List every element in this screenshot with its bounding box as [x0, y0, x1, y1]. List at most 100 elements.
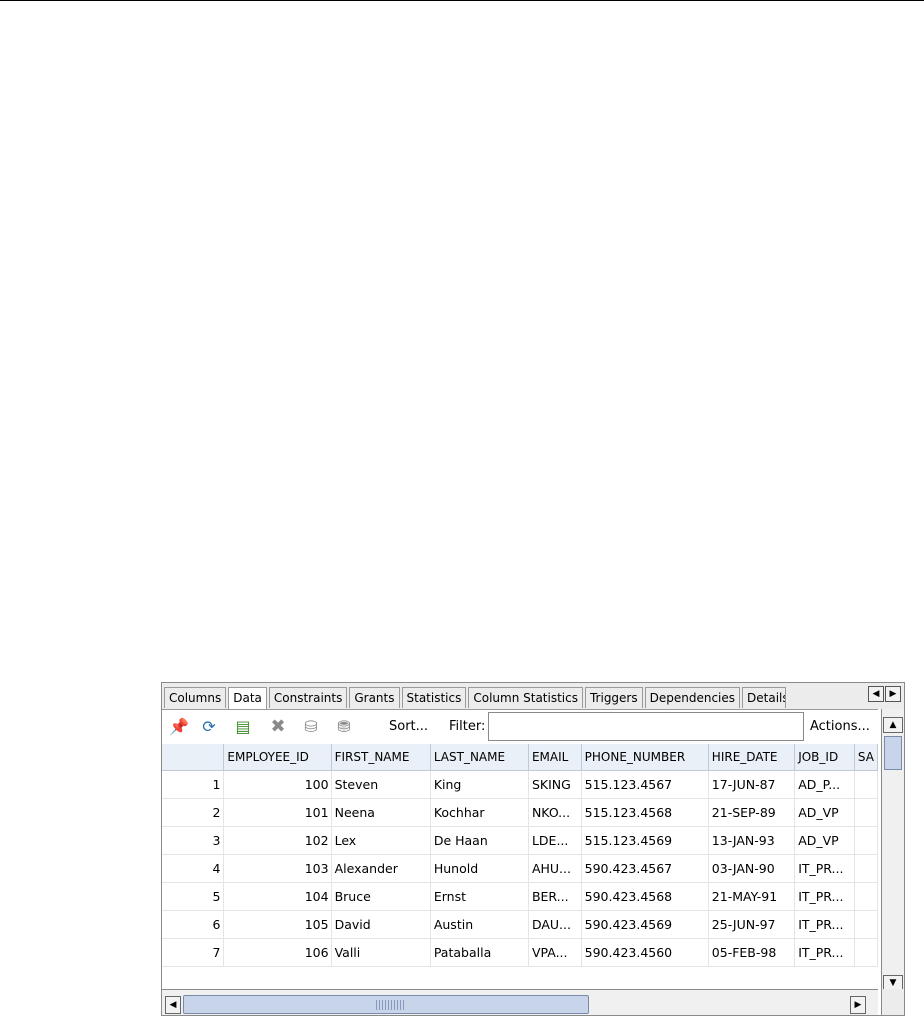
table-row[interactable]: 5 104 Bruce Ernst BER... 590.423.4568 21-MAY-9…	[162, 882, 878, 911]
table-cell[interactable]: 515.123.4568	[581, 798, 709, 827]
scroll-left-button[interactable]: ◀	[165, 996, 181, 1014]
column-header[interactable]: HIRE_DATE	[708, 744, 796, 771]
table-cell[interactable]	[854, 826, 878, 855]
table-cell[interactable]: IT_PR...	[794, 938, 855, 967]
table-cell[interactable]: 25-JUN-97	[708, 910, 796, 939]
tab-constraints[interactable]: Constraints	[268, 687, 348, 708]
table-cell[interactable]: 590.423.4560	[581, 938, 709, 967]
refresh-icon[interactable]: ⟳	[199, 717, 219, 737]
table-cell[interactable]: IT_PR...	[794, 882, 855, 911]
table-row[interactable]: 2 101 Neena Kochhar NKO... 515.123.4568 21-SEP…	[162, 798, 878, 827]
table-cell[interactable]: Austin	[430, 910, 529, 939]
column-header[interactable]: JOB_ID	[794, 744, 855, 771]
tab-scroll-left-button[interactable]: ◀	[868, 686, 884, 702]
table-cell[interactable]: 590.423.4569	[581, 910, 709, 939]
tab-column-statistics[interactable]: Column Statistics	[468, 687, 583, 708]
insert-row-icon[interactable]: ▤	[233, 717, 253, 737]
table-cell[interactable]: Steven	[331, 770, 431, 799]
row-number: 4	[162, 854, 225, 883]
table-cell[interactable]: BER...	[528, 882, 582, 911]
table-cell[interactable]: 13-JAN-93	[708, 826, 796, 855]
delete-row-icon[interactable]: ✖	[268, 717, 288, 737]
horizontal-scrollbar[interactable]: ◀ ▶	[162, 989, 878, 1015]
table-cell[interactable]: DAU...	[528, 910, 582, 939]
table-cell[interactable]: Hunold	[430, 854, 529, 883]
row-number: 5	[162, 882, 225, 911]
table-cell[interactable]: AD_P...	[794, 770, 855, 799]
table-cell[interactable]: Lex	[331, 826, 431, 855]
table-cell[interactable]: 21-SEP-89	[708, 798, 796, 827]
table-cell[interactable]: Valli	[331, 938, 431, 967]
tab-dependencies[interactable]: Dependencies	[644, 687, 741, 708]
actions-button[interactable]: Actions...	[810, 719, 870, 734]
table-cell[interactable]: 515.123.4567	[581, 770, 709, 799]
rollback-icon[interactable]: ⛃	[334, 717, 354, 737]
table-cell[interactable]: 102	[223, 826, 332, 855]
table-cell[interactable]: VPA...	[528, 938, 582, 967]
table-cell[interactable]	[854, 798, 878, 827]
table-cell[interactable]: 05-FEB-98	[708, 938, 796, 967]
table-cell[interactable]: 03-JAN-90	[708, 854, 796, 883]
table-cell[interactable]: 590.423.4567	[581, 854, 709, 883]
table-cell[interactable]: Pataballa	[430, 938, 529, 967]
table-cell[interactable]	[854, 938, 878, 967]
table-cell[interactable]	[854, 882, 878, 911]
column-header[interactable]: SA	[854, 744, 878, 771]
table-cell[interactable]: King	[430, 770, 529, 799]
table-cell[interactable]: SKING	[528, 770, 582, 799]
tab-statistics[interactable]: Statistics	[401, 687, 467, 708]
table-cell[interactable]: AHU...	[528, 854, 582, 883]
table-cell[interactable]: 590.423.4568	[581, 882, 709, 911]
tab-grants[interactable]: Grants	[349, 687, 400, 708]
column-header[interactable]: PHONE_NUMBER	[581, 744, 709, 771]
tab-columns[interactable]: Columns	[164, 687, 227, 708]
table-cell[interactable]: Bruce	[331, 882, 431, 911]
table-cell[interactable]: AD_VP	[794, 826, 855, 855]
horizontal-scroll-thumb[interactable]	[183, 995, 589, 1014]
table-cell[interactable]: Alexander	[331, 854, 431, 883]
table-cell[interactable]: AD_VP	[794, 798, 855, 827]
table-cell[interactable]: 515.123.4569	[581, 826, 709, 855]
vertical-scroll-thumb[interactable]	[884, 736, 902, 770]
table-cell[interactable]: 17-JUN-87	[708, 770, 796, 799]
table-cell[interactable]: Kochhar	[430, 798, 529, 827]
table-cell[interactable]: 105	[223, 910, 332, 939]
tab-triggers[interactable]: Triggers	[584, 687, 643, 708]
tab-details[interactable]: Details	[742, 687, 787, 708]
column-header[interactable]: FIRST_NAME	[331, 744, 431, 771]
scroll-up-button[interactable]: ▲	[883, 717, 903, 733]
column-header[interactable]: LAST_NAME	[430, 744, 529, 771]
table-cell[interactable]	[854, 770, 878, 799]
sort-button[interactable]: Sort...	[389, 719, 428, 734]
table-cell[interactable]: IT_PR...	[794, 910, 855, 939]
table-row[interactable]: 7 106 Valli Pataballa VPA... 590.423.4560 05-F…	[162, 938, 878, 967]
tab-scroll-right-button[interactable]: ▶	[885, 686, 901, 702]
commit-icon[interactable]: ⛁	[301, 717, 321, 737]
table-row[interactable]: 4 103 Alexander Hunold AHU... 590.423.4567 03-…	[162, 854, 878, 883]
table-cell[interactable]: 103	[223, 854, 332, 883]
tab-data[interactable]: Data	[228, 687, 267, 709]
table-cell[interactable]: 104	[223, 882, 332, 911]
table-cell[interactable]	[854, 854, 878, 883]
table-cell[interactable]: 100	[223, 770, 332, 799]
column-header[interactable]: EMAIL	[528, 744, 582, 771]
table-row[interactable]: 3 102 Lex De Haan LDE... 515.123.4569 13-JAN-9…	[162, 826, 878, 855]
table-cell[interactable]: IT_PR...	[794, 854, 855, 883]
table-row[interactable]: 6 105 David Austin DAU... 590.423.4569 25-JUN-…	[162, 910, 878, 939]
table-cell[interactable]: Neena	[331, 798, 431, 827]
table-cell[interactable]: 106	[223, 938, 332, 967]
filter-input[interactable]	[488, 712, 804, 741]
scroll-right-button[interactable]: ▶	[850, 996, 866, 1014]
pin-icon[interactable]: 📌	[169, 717, 189, 737]
table-cell[interactable]	[854, 910, 878, 939]
table-cell[interactable]: 21-MAY-91	[708, 882, 796, 911]
table-cell[interactable]: Ernst	[430, 882, 529, 911]
column-header[interactable]: EMPLOYEE_ID	[223, 744, 332, 771]
table-cell[interactable]: LDE...	[528, 826, 582, 855]
table-row[interactable]: 1 100 Steven King SKING 515.123.4567 17-JUN-87…	[162, 770, 878, 799]
table-cell[interactable]: David	[331, 910, 431, 939]
table-cell[interactable]: De Haan	[430, 826, 529, 855]
vertical-scrollbar[interactable]: ▲ ▼	[881, 709, 904, 991]
table-cell[interactable]: NKO...	[528, 798, 582, 827]
table-cell[interactable]: 101	[223, 798, 332, 827]
